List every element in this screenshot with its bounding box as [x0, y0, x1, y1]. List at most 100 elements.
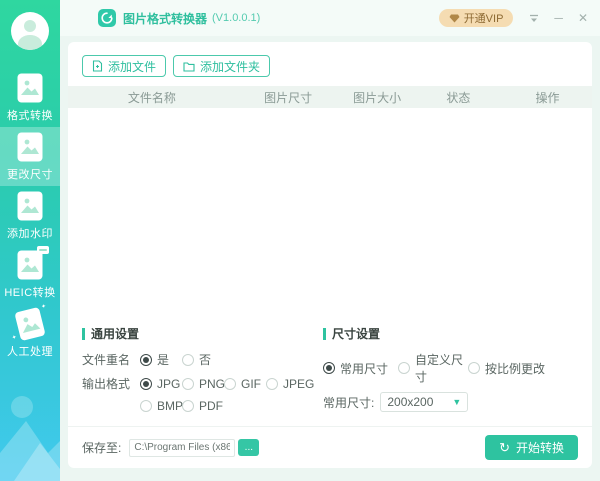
minimize-icon[interactable]: ─	[554, 12, 563, 24]
app-logo-icon	[98, 9, 116, 27]
format-option-jpg[interactable]: JPG	[140, 377, 182, 391]
sparkle-icon: ✦	[11, 333, 18, 341]
radio-icon	[398, 362, 410, 374]
file-table-header: 文件名称 图片尺寸 图片大小 状态 操作	[68, 86, 592, 108]
file-plus-icon	[92, 60, 103, 72]
option-label: PDF	[199, 399, 223, 413]
refresh-icon: ↻	[499, 441, 510, 454]
radio-icon	[140, 400, 152, 412]
sidebar-item-heic[interactable]: HEIC转换	[0, 245, 60, 304]
titlebar: 图片格式转换器 (V1.0.0.1) 开通VIP ─ ✕	[60, 0, 600, 36]
radio-icon	[182, 378, 194, 390]
radio-icon	[182, 400, 194, 412]
format-label: 输出格式	[82, 375, 130, 392]
general-settings: 通用设置 文件重名 是 否 输出格式	[82, 322, 323, 420]
option-label: JPG	[157, 377, 180, 391]
window-controls: ─ ✕	[529, 12, 588, 24]
option-label: PNG	[199, 377, 225, 391]
vip-button[interactable]: 开通VIP	[439, 9, 514, 27]
add-folder-button[interactable]: 添加文件夹	[173, 55, 270, 77]
panel-footer: 保存至: ... ↻ 开始转换	[68, 427, 592, 468]
content-panel: 添加文件 添加文件夹 文件名称 图片尺寸 图片大小 状态 操作 通用设置	[68, 42, 592, 468]
column-header-status: 状态	[414, 89, 503, 106]
radio-icon	[266, 378, 278, 390]
option-label: GIF	[241, 377, 261, 391]
gem-icon	[449, 14, 460, 23]
radio-icon	[140, 354, 152, 366]
chevron-down-icon: ▼	[452, 397, 461, 407]
save-to-label: 保存至:	[82, 439, 121, 456]
photo-watermark-icon	[17, 191, 43, 221]
preset-size-label: 常用尺寸:	[323, 394, 374, 411]
size-mode-ratio[interactable]: 按比例更改	[468, 360, 545, 377]
column-header-dimensions: 图片尺寸	[236, 89, 341, 106]
photo-heic-icon	[17, 250, 43, 280]
start-convert-label: 开始转换	[516, 439, 564, 456]
menu-dropdown-icon[interactable]	[529, 14, 539, 23]
radio-icon	[224, 378, 236, 390]
radio-icon	[140, 378, 152, 390]
radio-icon	[182, 354, 194, 366]
option-label: 自定义尺寸	[415, 351, 468, 385]
format-option-gif[interactable]: GIF	[224, 377, 266, 391]
option-label: JPEG	[283, 377, 314, 391]
column-header-actions: 操作	[503, 89, 592, 106]
add-folder-label: 添加文件夹	[200, 58, 260, 75]
column-header-filesize: 图片大小	[340, 89, 413, 106]
app-version: (V1.0.0.1)	[212, 12, 260, 24]
option-label: BMP	[157, 399, 183, 413]
photo-manual-icon: ✦ ✦	[14, 306, 46, 341]
sidebar: 格式转换 更改尺寸 添加水印 HEIC转换	[0, 0, 60, 481]
sidebar-item-format-convert[interactable]: 格式转换	[0, 68, 60, 127]
sidebar-nav: 格式转换 更改尺寸 添加水印 HEIC转换	[0, 68, 60, 363]
size-mode-preset[interactable]: 常用尺寸	[323, 360, 398, 377]
file-toolbar: 添加文件 添加文件夹	[68, 42, 592, 86]
settings-section: 通用设置 文件重名 是 否 输出格式	[68, 320, 592, 426]
format-option-pdf[interactable]: PDF	[182, 399, 224, 413]
general-settings-title: 通用设置	[82, 328, 323, 340]
rename-option-yes[interactable]: 是	[140, 351, 182, 368]
format-option-jpeg[interactable]: JPEG	[266, 377, 314, 391]
app-title: 图片格式转换器	[123, 10, 207, 27]
folder-icon	[183, 61, 195, 72]
sidebar-decoration	[0, 391, 60, 481]
user-avatar[interactable]	[0, 0, 60, 62]
column-header-filename: 文件名称	[68, 89, 236, 106]
file-table-body	[68, 108, 592, 320]
preset-size-select[interactable]: 200x200 ▼	[380, 392, 468, 412]
heic-badge-icon	[37, 246, 49, 254]
vip-label: 开通VIP	[464, 10, 504, 26]
rename-label: 文件重名	[82, 351, 130, 368]
sidebar-item-label: 更改尺寸	[7, 166, 53, 182]
add-file-button[interactable]: 添加文件	[82, 55, 166, 77]
photo-convert-icon	[17, 73, 43, 103]
sidebar-item-watermark[interactable]: 添加水印	[0, 186, 60, 245]
add-file-label: 添加文件	[108, 58, 156, 75]
option-label: 按比例更改	[485, 360, 545, 377]
option-label: 否	[199, 351, 211, 368]
sidebar-item-resize[interactable]: 更改尺寸	[0, 127, 60, 186]
radio-icon	[323, 362, 335, 374]
app-window: 格式转换 更改尺寸 添加水印 HEIC转换	[0, 0, 600, 481]
format-option-png[interactable]: PNG	[182, 377, 224, 391]
sparkle-icon: ✦	[40, 302, 47, 310]
size-settings-title: 尺寸设置	[323, 328, 578, 340]
radio-icon	[468, 362, 480, 374]
start-convert-button[interactable]: ↻ 开始转换	[485, 435, 578, 460]
sidebar-item-label: 格式转换	[7, 107, 53, 123]
browse-button[interactable]: ...	[238, 439, 259, 456]
sidebar-item-manual[interactable]: ✦ ✦ 人工处理	[0, 304, 60, 363]
size-settings: 尺寸设置 常用尺寸 自定义尺寸 按比例更改	[323, 322, 578, 420]
option-label: 是	[157, 351, 169, 368]
size-mode-custom[interactable]: 自定义尺寸	[398, 351, 468, 385]
save-path-input[interactable]	[129, 439, 235, 457]
main-area: 添加文件 添加文件夹 文件名称 图片尺寸 图片大小 状态 操作 通用设置	[60, 36, 600, 481]
close-icon[interactable]: ✕	[578, 12, 588, 24]
sidebar-item-label: 添加水印	[7, 225, 53, 241]
format-option-bmp[interactable]: BMP	[140, 399, 182, 413]
photo-resize-icon	[17, 132, 43, 162]
rename-option-no[interactable]: 否	[182, 351, 224, 368]
preset-size-value: 200x200	[387, 395, 433, 409]
option-label: 常用尺寸	[340, 360, 388, 377]
avatar-icon	[11, 12, 49, 50]
